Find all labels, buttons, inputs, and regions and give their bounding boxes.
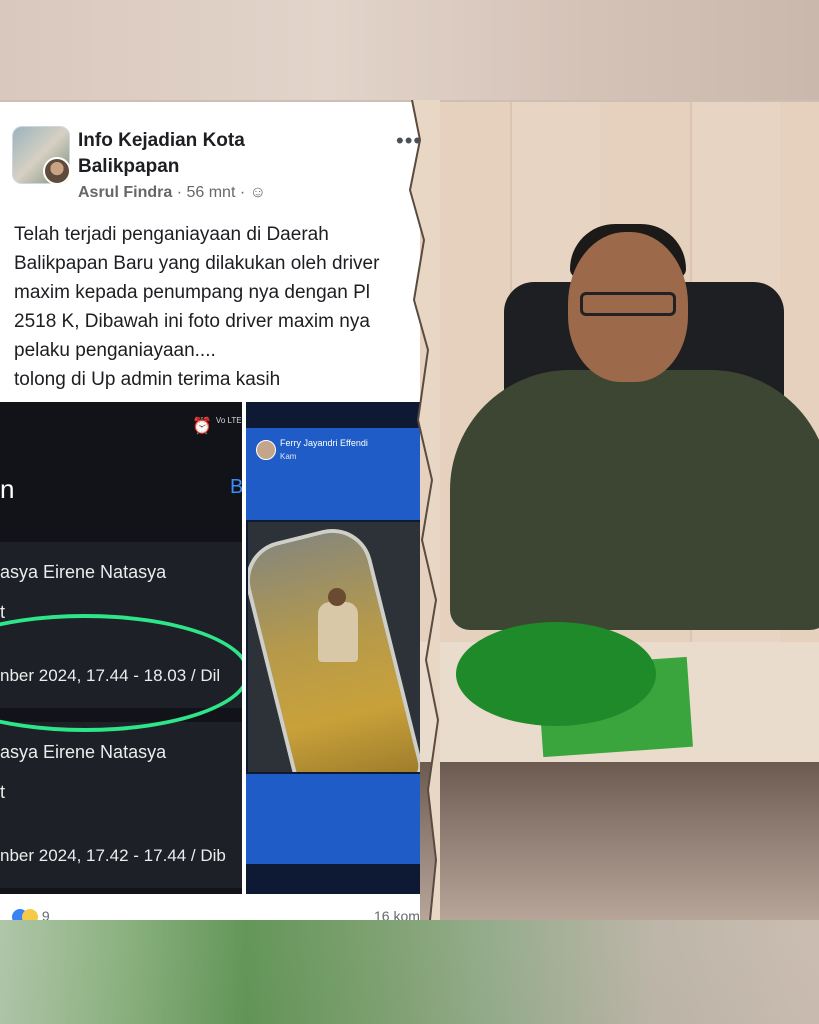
author-avatar[interactable] (43, 157, 71, 185)
facebook-post: Info Kejadian Kota Balikpapan ••• Asrul … (0, 102, 438, 920)
trip-card: asya Eirene Natasya t nber 2024, 17.42 -… (0, 722, 242, 888)
post-text-line: maxim kepada penumpang nya dengan Pl (14, 282, 370, 303)
reactions-count[interactable]: 9 (42, 908, 50, 920)
torn-paper-edge (408, 100, 440, 920)
page-name-line-2[interactable]: Balikpapan (78, 154, 378, 180)
post-text-line: Telah terjadi penganiayaan di Daerah (14, 224, 329, 245)
blurred-background-bottom (0, 920, 819, 1024)
blurred-desk-front (420, 762, 819, 920)
post-meta: Asrul Findra · 56 mnt · ☺ (78, 184, 266, 202)
screen-action: B (230, 476, 242, 498)
separator-dot: · (239, 184, 250, 201)
poster-name: Ferry Jayandri Effendi (280, 438, 368, 448)
status-bar-icons: ⏰ Vo LTE (192, 416, 242, 436)
haha-icon (22, 909, 38, 920)
globe-icon: ☺ (249, 184, 266, 201)
passenger-name: asya Eirene Natasya (0, 742, 167, 762)
page-avatar[interactable] (12, 126, 71, 185)
glasses (580, 292, 676, 316)
post-text-line: pelaku penganiayaan.... (14, 340, 216, 361)
poster-avatar (256, 440, 276, 460)
post-text-line: tolong di Up admin terima kasih (14, 369, 281, 390)
author-name[interactable]: Asrul Findra (78, 184, 172, 201)
post-text-line: Balikpapan Baru yang dilakukan oleh driv… (14, 253, 380, 274)
poster-time: Kam (280, 452, 297, 461)
post-time[interactable]: 56 mnt (186, 184, 235, 201)
volte-label: Vo LTE (215, 416, 242, 425)
green-beret (456, 622, 656, 726)
uniform-body (450, 370, 819, 630)
page-name[interactable]: Info Kejadian Kota Balikpapan (78, 128, 378, 180)
post-header: Info Kejadian Kota Balikpapan ••• Asrul … (12, 124, 432, 201)
trip-datetime: nber 2024, 17.42 - 17.44 / Dib (0, 846, 226, 865)
trip-type: t (0, 782, 6, 802)
officer-photo (420, 102, 819, 920)
blurred-background-top (0, 0, 819, 100)
driver-figure (318, 602, 358, 662)
page-name-line-1[interactable]: Info Kejadian Kota (78, 128, 378, 154)
alarm-icon: ⏰ (192, 418, 212, 435)
reactions-summary[interactable]: 9 (12, 908, 50, 920)
post-text-line: 2518 K, Dibawah ini foto driver maxim ny… (14, 311, 370, 332)
separator-dot: · (176, 184, 187, 201)
driver-head (328, 588, 346, 606)
trip-type: t (0, 602, 6, 622)
screen-title: n (0, 474, 15, 504)
ride-history-screenshot[interactable]: ⏰ Vo LTE n B asya Eirene Natasya t nber 2… (0, 402, 242, 894)
post-text: Telah terjadi penganiayaan di Daerah Bal… (14, 220, 438, 394)
passenger-name: asya Eirene Natasya (0, 562, 167, 582)
